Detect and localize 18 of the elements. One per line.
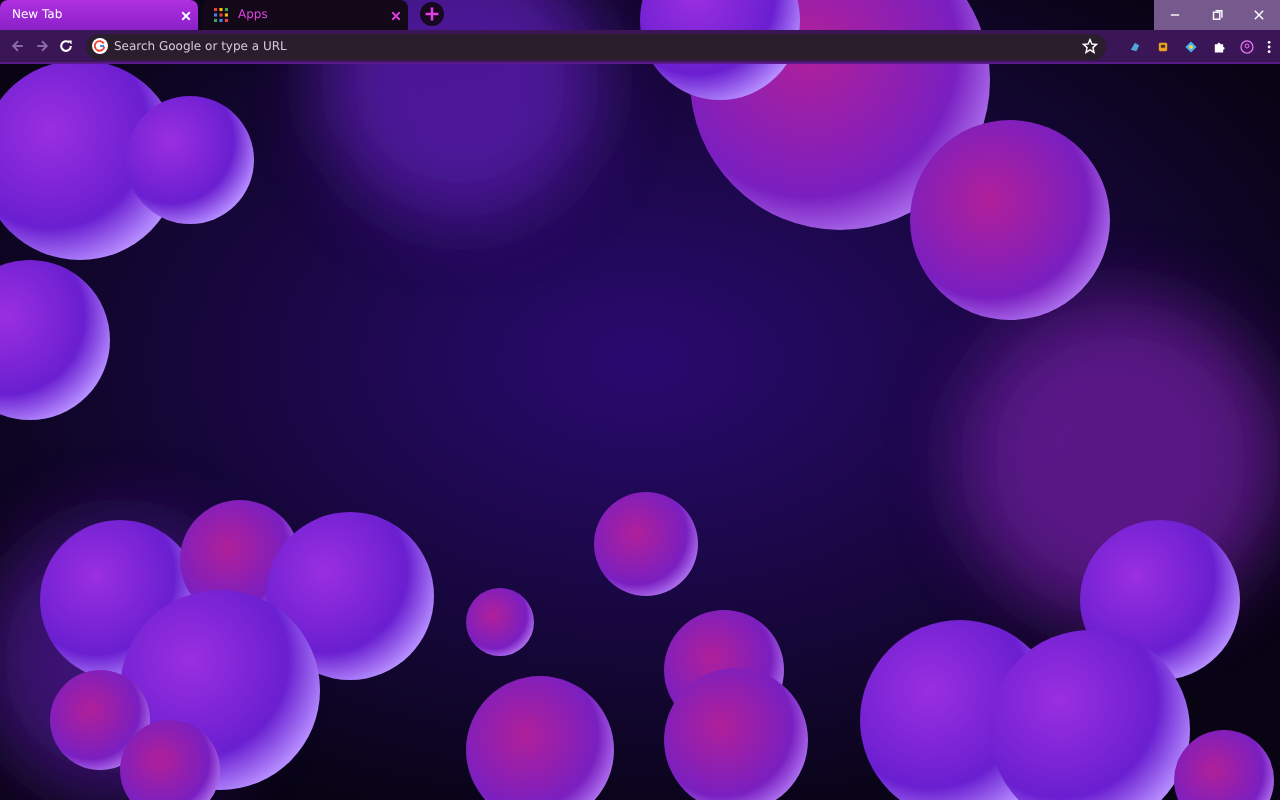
bookmark-star-icon[interactable] <box>1081 38 1098 54</box>
extension-icon[interactable] <box>1183 37 1198 55</box>
menu-icon[interactable] <box>1265 37 1272 55</box>
reload-icon <box>58 38 75 54</box>
restore-icon <box>1210 8 1224 22</box>
plus-icon <box>424 6 440 22</box>
close-icon[interactable] <box>390 9 402 21</box>
puzzle-icon[interactable] <box>1211 37 1226 55</box>
extension-icon[interactable] <box>1155 37 1170 55</box>
back-arrow-icon <box>9 38 26 54</box>
close-icon <box>1252 8 1266 22</box>
google-logo-icon <box>91 38 108 54</box>
apps-grid-icon <box>214 8 228 22</box>
minimize-icon <box>1168 8 1182 22</box>
reload-button[interactable] <box>57 34 76 58</box>
profile-avatar-icon[interactable] <box>1239 37 1254 55</box>
extension-icon[interactable] <box>1127 37 1142 55</box>
forward-arrow-icon <box>33 38 50 54</box>
